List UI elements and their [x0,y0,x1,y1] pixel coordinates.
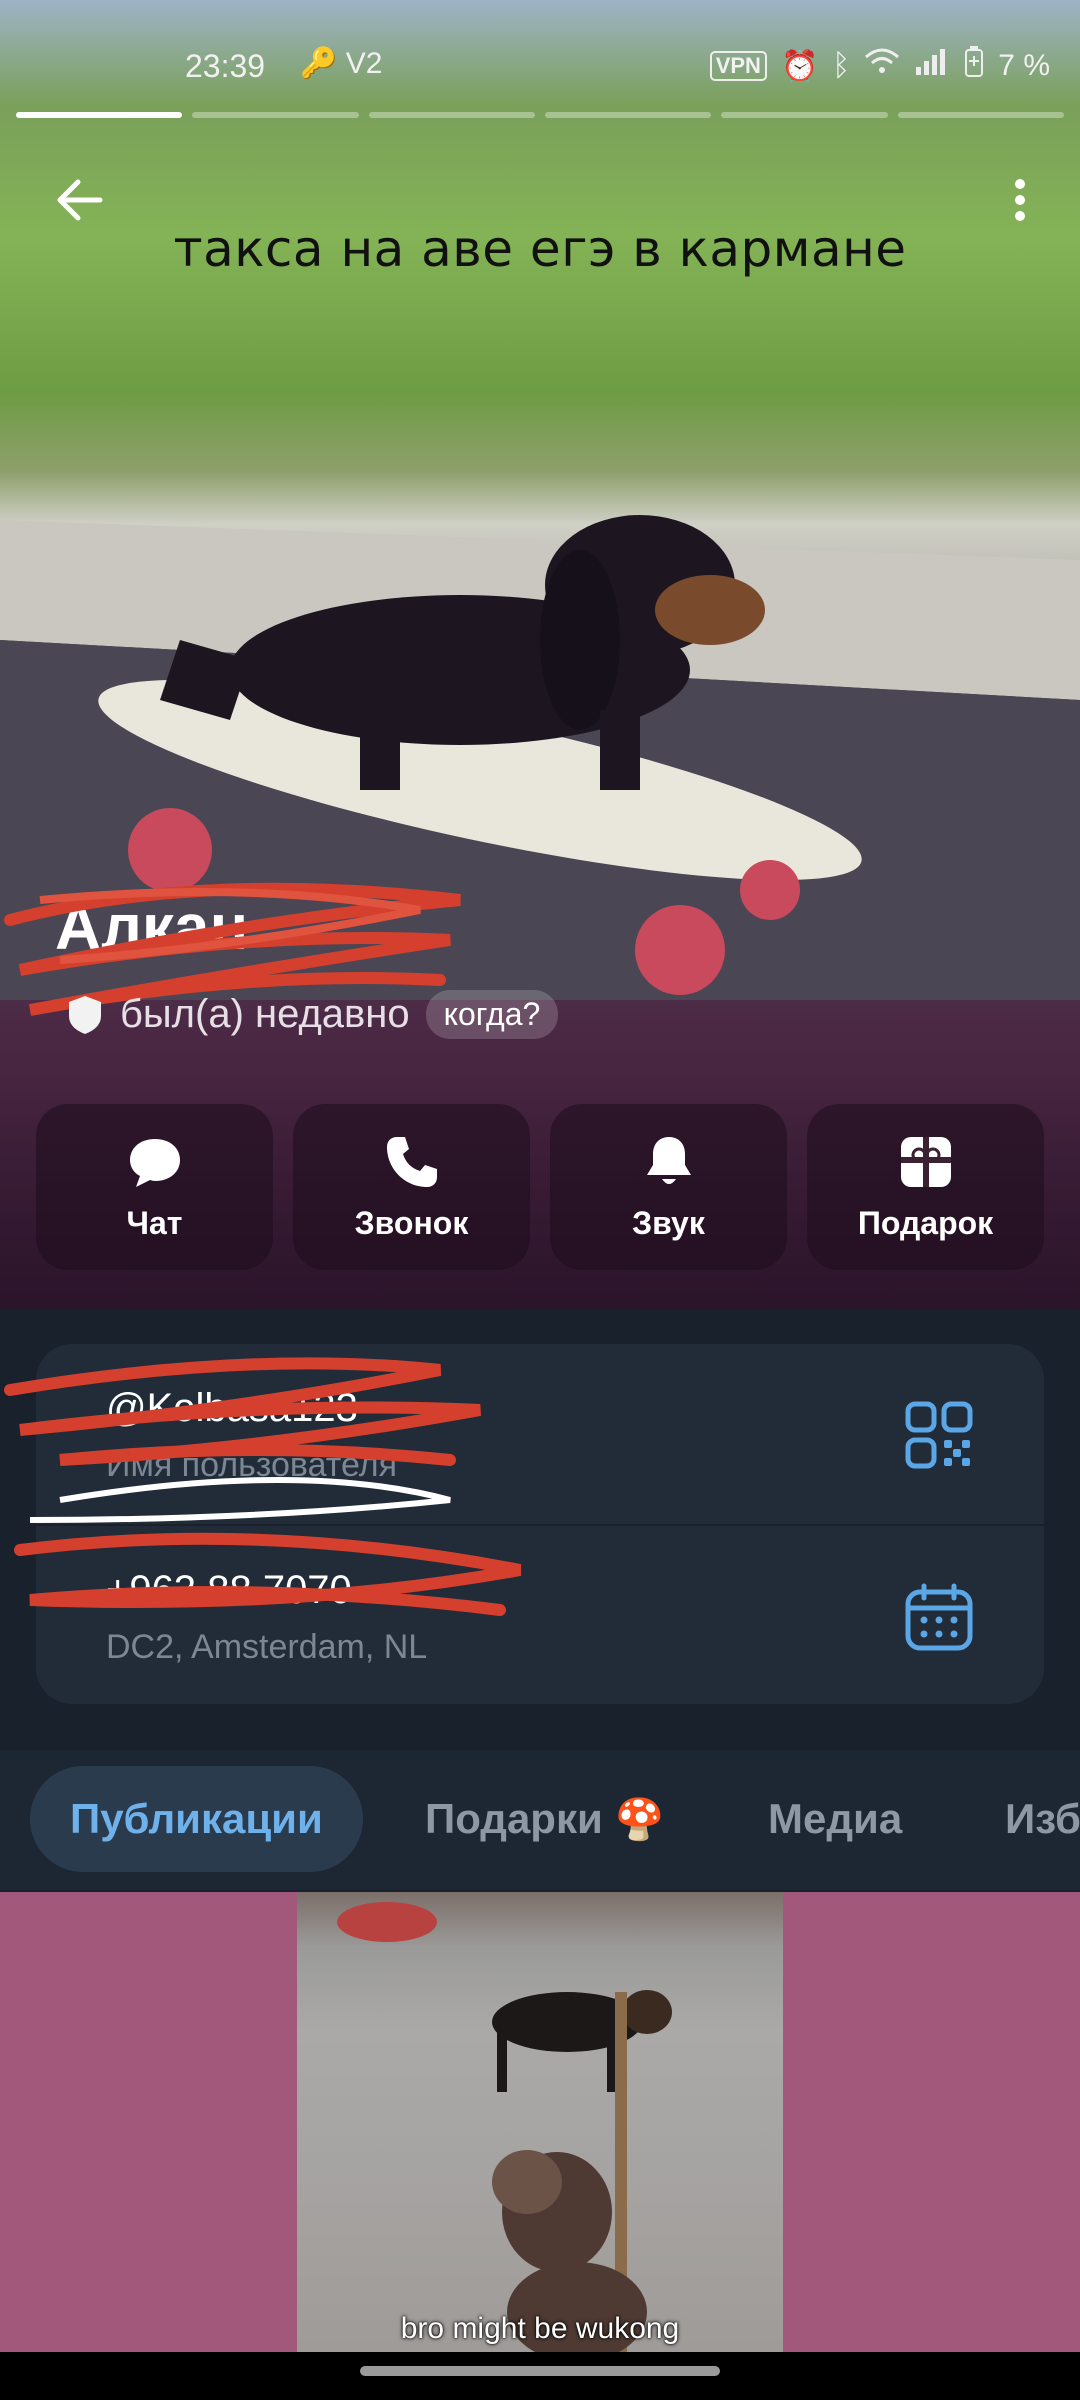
story-bar [544,112,712,118]
when-chip[interactable]: когда? [425,990,559,1039]
sound-label: Звук [632,1204,705,1241]
alarm-icon: ⏰ [780,49,819,83]
bell-icon [646,1136,691,1184]
profile-info-card: @Kolbasa123 Имя пользователя +963 88 707… [36,1344,1044,1704]
last-seen-row: был(а) недавно когда? [66,990,559,1039]
chat-label: Чат [126,1204,183,1241]
tab-gifts-label: Подарки [425,1795,603,1842]
vpn-icon: VPN [709,51,767,81]
profile-cover-photo: такса на аве егэ в кармане 23:39 🔑 V2 VP… [0,0,1080,1310]
navigation-bar [0,2352,1080,2400]
phone-row[interactable]: +963 88 7070 DC2, Amsterdam, NL [36,1526,1044,1704]
video-frame-illustration [337,1902,672,2352]
gift-icon [900,1136,951,1187]
media-grid: bro might be wukong [0,1892,1080,2352]
story-bar [16,112,183,118]
wifi-icon [864,47,900,85]
cover-caption: такса на аве егэ в кармане [173,220,907,278]
story-bar [192,112,359,118]
status-time: 23:39 [185,48,266,84]
gift-button[interactable]: Подарок [807,1104,1044,1270]
phone-icon [386,1136,437,1187]
status-bar: 23:39 🔑 V2 VPN ⏰ ᛒ 7 % [0,38,1080,98]
video-caption: bro might be wukong [400,2312,680,2345]
username-row[interactable]: @Kolbasa123 Имя пользователя [36,1344,1044,1526]
username-value: @Kolbasa123 [106,1386,358,1430]
chat-button[interactable]: Чат [36,1104,273,1270]
bluetooth-icon: ᛒ [832,49,851,82]
home-gesture-handle[interactable] [360,2366,720,2376]
calendar-icon[interactable] [904,1582,974,1652]
video-thumbnail[interactable]: bro might be wukong [297,1892,783,2352]
username-label: Имя пользователя [106,1446,397,1484]
gift-label: Подарок [857,1204,994,1241]
story-bar [721,112,888,118]
more-vertical-icon[interactable] [990,170,1050,240]
call-button[interactable]: Звонок [293,1104,530,1270]
tab-gifts[interactable]: Подарки 🍄 [425,1766,664,1872]
tab-publications[interactable]: Публикации [30,1766,363,1872]
story-bar [897,112,1064,118]
call-label: Звонок [354,1204,469,1241]
status-left-icons: 🔑 V2 [300,47,383,80]
profile-actions: Чат Звонок Звук Подарок [36,1104,1044,1270]
story-progress-bars [16,112,1064,118]
tab-media[interactable]: Медиа [768,1766,902,1872]
mushroom-emoji-icon: 🍄 [614,1798,665,1842]
tab-saved[interactable]: Изб [1005,1766,1080,1872]
profile-tabs: Публикации Подарки 🍄 Медиа Изб [0,1750,1080,1890]
chat-bubble-icon [129,1138,180,1187]
battery-icon [964,46,984,86]
qr-code-icon[interactable] [904,1400,974,1470]
status-right-icons: VPN ⏰ ᛒ 7 % [709,46,1050,86]
profile-name: Алкан [55,891,249,963]
story-bar [368,112,535,118]
signal-icon [914,47,950,85]
back-arrow-icon[interactable] [50,170,120,240]
datacenter-label: DC2, Amsterdam, NL [106,1628,428,1666]
shield-badge-icon [69,995,101,1034]
sound-button[interactable]: Звук [550,1104,787,1270]
phone-value: +963 88 7070 [106,1568,352,1612]
last-seen-text: был(а) недавно [120,992,410,1036]
battery-percent: 7 % [998,49,1050,82]
